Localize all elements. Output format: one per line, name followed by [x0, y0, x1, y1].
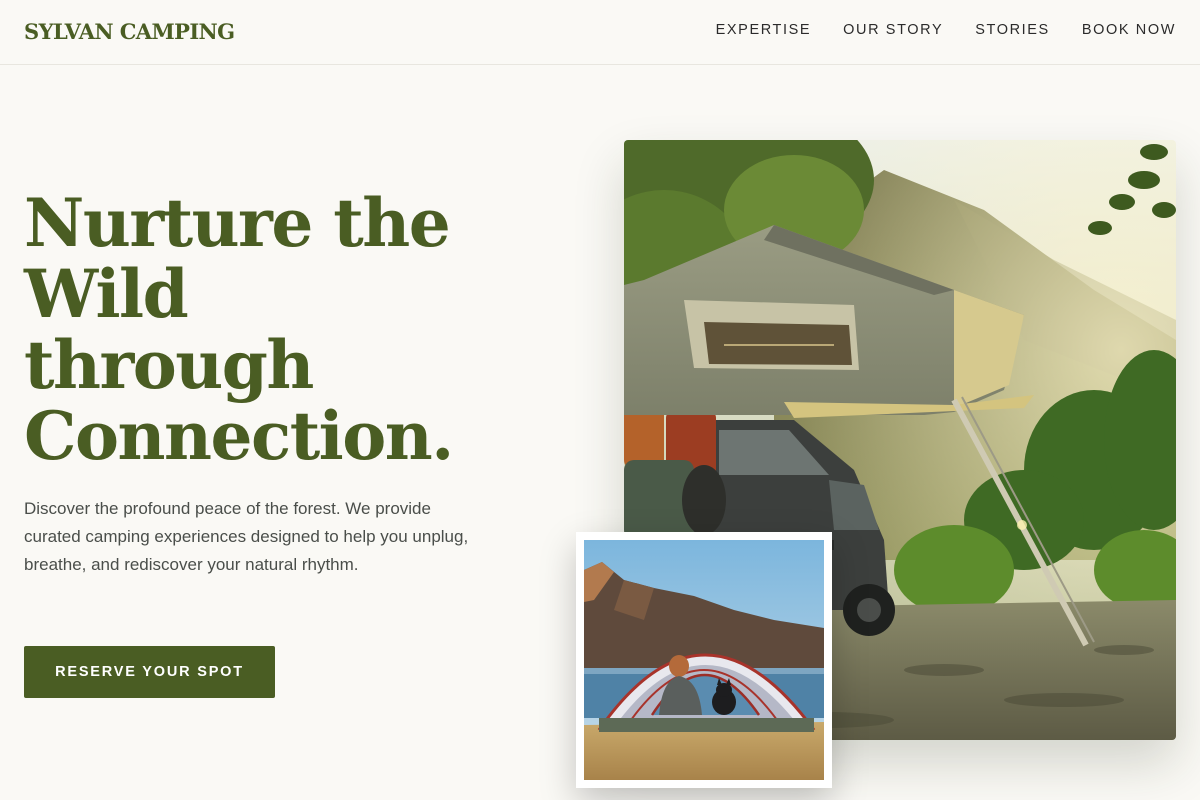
hero-headline-line: Wild [24, 255, 189, 333]
nav-link-our-story[interactable]: OUR STORY [843, 22, 943, 38]
hero-headline: Nurture the Wild through Connection. [24, 188, 544, 472]
hero-headline-line: Nurture the [24, 184, 451, 262]
main-nav: EXPERTISE OUR STORY STORIES BOOK NOW [716, 22, 1176, 38]
inset-photo-tent-lake [576, 532, 832, 788]
hero-headline-line: through [24, 326, 314, 404]
hero-description: Discover the profound peace of the fores… [24, 499, 469, 574]
brand-logo[interactable]: SYLVAN CAMPING [24, 19, 235, 44]
nav-link-stories[interactable]: STORIES [975, 22, 1050, 38]
hero-headline-line: Connection. [24, 397, 454, 475]
reserve-spot-button[interactable]: RESERVE YOUR SPOT [24, 646, 275, 698]
site-header: SYLVAN CAMPING EXPERTISE OUR STORY STORI… [0, 0, 1200, 65]
nav-link-book-now[interactable]: BOOK NOW [1082, 22, 1176, 38]
tent-lake-photo-illustration [584, 540, 824, 780]
nav-link-expertise[interactable]: EXPERTISE [716, 22, 812, 38]
